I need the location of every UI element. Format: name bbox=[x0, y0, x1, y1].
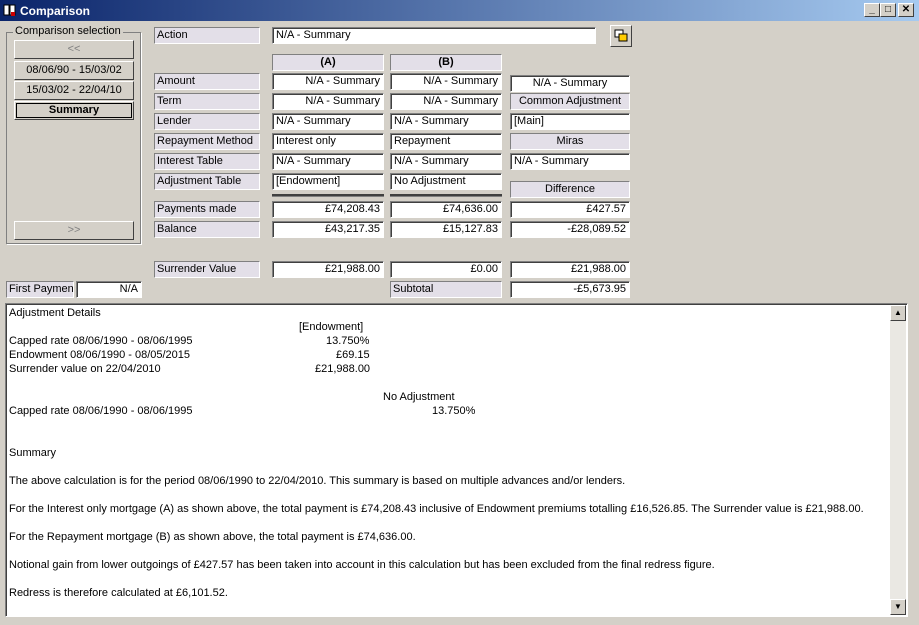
adjustment-a-field[interactable]: [Endowment] bbox=[272, 173, 384, 190]
summary-paragraph-2: For the Interest only mortgage (A) as sh… bbox=[9, 503, 864, 515]
amount-b-field[interactable]: N/A - Summary bbox=[390, 73, 502, 90]
balance-b-field[interactable]: £15,127.83 bbox=[390, 221, 502, 238]
action-label: Action bbox=[154, 27, 260, 44]
surrender-value-label: Surrender Value bbox=[154, 261, 260, 278]
app-icon bbox=[3, 4, 16, 16]
interest-table-label: Interest Table bbox=[154, 153, 260, 170]
payments-a-field[interactable]: £74,208.43 bbox=[272, 201, 384, 218]
first-payment-label: First Payment bbox=[6, 281, 74, 298]
capped1-value: 13.750% bbox=[326, 335, 370, 347]
lender-a-field[interactable]: N/A - Summary bbox=[272, 113, 384, 130]
term-label: Term bbox=[154, 93, 260, 110]
surrender-detail-value: £21,988.00 bbox=[315, 363, 371, 375]
payments-b-field[interactable]: £74,636.00 bbox=[390, 201, 502, 218]
amount-c-field[interactable]: N/A - Summary bbox=[510, 75, 630, 92]
minimize-icon[interactable]: _ bbox=[864, 3, 880, 17]
summary-button[interactable]: Summary bbox=[14, 101, 134, 120]
adjustment-b-field[interactable]: No Adjustment bbox=[390, 173, 502, 190]
capped2-label: Capped rate 08/06/1990 - 08/06/1995 bbox=[9, 405, 193, 417]
lender-label: Lender bbox=[154, 113, 260, 130]
amount-label: Amount bbox=[154, 73, 260, 90]
adjustment-table-label: Adjustment Table bbox=[154, 173, 260, 190]
action-picker-button[interactable] bbox=[610, 25, 632, 47]
repayment-b-field[interactable]: Repayment bbox=[390, 133, 502, 150]
term-a-field[interactable]: N/A - Summary bbox=[272, 93, 384, 110]
common-adjustment-header: Common Adjustment bbox=[510, 93, 630, 110]
summary-paragraph-1: The above calculation is for the period … bbox=[9, 475, 626, 487]
summary-paragraph-4: Notional gain from lower outgoings of £4… bbox=[9, 559, 715, 571]
summary-paragraph-5: Redress is therefore calculated at £6,10… bbox=[9, 587, 228, 599]
action-field[interactable]: N/A - Summary bbox=[272, 27, 596, 44]
column-b-header: (B) bbox=[390, 54, 502, 71]
term-b-field[interactable]: N/A - Summary bbox=[390, 93, 502, 110]
next-button[interactable]: >> bbox=[14, 221, 134, 240]
separator-a bbox=[272, 194, 384, 197]
adjustment-details-textarea[interactable]: Adjustment Details [Endowment] Capped ra… bbox=[5, 303, 908, 617]
period-1-button[interactable]: 08/06/90 - 15/03/02 bbox=[14, 61, 134, 80]
miras-header: Miras bbox=[510, 133, 630, 150]
no-adjustment-header: No Adjustment bbox=[383, 391, 455, 403]
amount-a-field[interactable]: N/A - Summary bbox=[272, 73, 384, 90]
scroll-up-icon[interactable]: ▲ bbox=[890, 305, 906, 321]
interest-a-field[interactable]: N/A - Summary bbox=[272, 153, 384, 170]
title-bar: Comparison _ □ ✕ bbox=[0, 0, 919, 21]
separator-b bbox=[390, 194, 502, 197]
endowment-header: [Endowment] bbox=[299, 321, 364, 333]
first-payment-field[interactable]: N/A bbox=[76, 281, 142, 298]
repayment-method-label: Repayment Method bbox=[154, 133, 260, 150]
payments-difference-field[interactable]: £427.57 bbox=[510, 201, 630, 218]
lender-b-field[interactable]: N/A - Summary bbox=[390, 113, 502, 130]
surrender-difference-field[interactable]: £21,988.00 bbox=[510, 261, 630, 278]
subtotal-label: Subtotal bbox=[390, 281, 502, 298]
windows-icon bbox=[614, 29, 628, 42]
column-a-header: (A) bbox=[272, 54, 384, 71]
balance-a-field[interactable]: £43,217.35 bbox=[272, 221, 384, 238]
capped2-value: 13.750% bbox=[432, 405, 476, 417]
capped1-label: Capped rate 08/06/1990 - 08/06/1995 bbox=[9, 335, 193, 347]
difference-header: Difference bbox=[510, 181, 630, 198]
repayment-a-field[interactable]: Interest only bbox=[272, 133, 384, 150]
interest-b-field[interactable]: N/A - Summary bbox=[390, 153, 502, 170]
window-title: Comparison bbox=[20, 4, 91, 18]
summary-heading: Summary bbox=[9, 447, 57, 459]
comparison-selection-legend: Comparison selection bbox=[13, 25, 123, 37]
scroll-down-icon[interactable]: ▼ bbox=[890, 599, 906, 615]
surrender-b-field[interactable]: £0.00 bbox=[390, 261, 502, 278]
balance-difference-field[interactable]: -£28,089.52 bbox=[510, 221, 630, 238]
surrender-a-field[interactable]: £21,988.00 bbox=[272, 261, 384, 278]
payments-made-label: Payments made bbox=[154, 201, 260, 218]
subtotal-field[interactable]: -£5,673.95 bbox=[510, 281, 630, 298]
balance-label: Balance bbox=[154, 221, 260, 238]
close-icon[interactable]: ✕ bbox=[898, 3, 914, 17]
lender-c-field[interactable]: [Main] bbox=[510, 113, 630, 130]
endowment-value: £69.15 bbox=[336, 349, 370, 361]
interest-c-field[interactable]: N/A - Summary bbox=[510, 153, 630, 170]
endowment-label: Endowment 08/06/1990 - 08/05/2015 bbox=[9, 349, 191, 361]
summary-paragraph-3: For the Repayment mortgage (B) as shown … bbox=[9, 531, 416, 543]
maximize-icon[interactable]: □ bbox=[880, 3, 896, 17]
vertical-scrollbar[interactable]: ▲ ▼ bbox=[890, 305, 906, 615]
details-heading: Adjustment Details bbox=[9, 307, 101, 319]
previous-button[interactable]: << bbox=[14, 40, 134, 59]
surrender-detail-label: Surrender value on 22/04/2010 bbox=[9, 363, 161, 375]
period-2-button[interactable]: 15/03/02 - 22/04/10 bbox=[14, 81, 134, 100]
